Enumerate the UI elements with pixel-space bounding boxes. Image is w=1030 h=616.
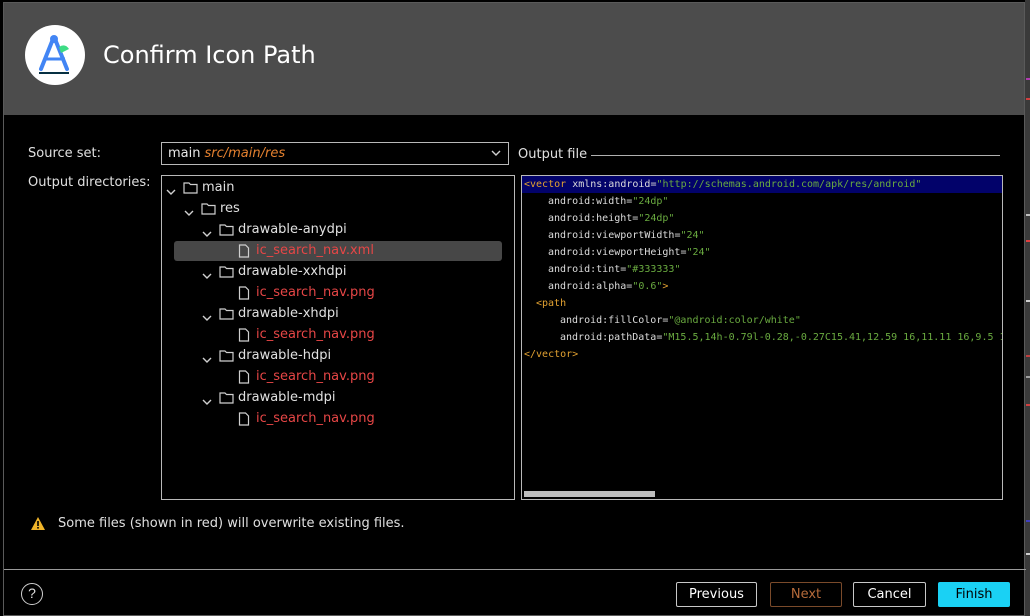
- chevron-down-icon[interactable]: [201, 350, 213, 370]
- previous-button[interactable]: Previous: [676, 582, 757, 607]
- chevron-down-icon[interactable]: [201, 224, 213, 244]
- folder-icon: [219, 392, 234, 404]
- tree-node-label: ic_search_nav.png: [256, 327, 375, 342]
- code-line: android:tint="#333333": [548, 264, 681, 275]
- chevron-down-icon[interactable]: [183, 203, 195, 223]
- tree-node-label: res: [220, 201, 240, 216]
- source-set-path: src/main/res: [204, 146, 286, 161]
- file-icon: [238, 412, 250, 426]
- help-icon[interactable]: ?: [21, 583, 43, 605]
- tree-node-label: ic_search_nav.xml: [256, 243, 374, 258]
- confirm-icon-path-dialog: Confirm Icon Path Source set: main src/ma…: [3, 2, 1026, 616]
- tree-node-label: ic_search_nav.png: [256, 285, 375, 300]
- output-directories-tree[interactable]: main res drawable-anydpi ic_search_nav.x…: [161, 175, 515, 500]
- tree-node-label: main: [202, 180, 235, 195]
- chevron-down-icon[interactable]: [165, 182, 177, 202]
- chevron-down-icon[interactable]: [201, 392, 213, 412]
- tree-node-label: drawable-hdpi: [238, 348, 332, 363]
- tree-node-label: ic_search_nav.png: [256, 411, 375, 426]
- finish-button[interactable]: Finish: [938, 582, 1010, 607]
- file-icon: [238, 286, 250, 300]
- code-line: android:width="24dp": [548, 196, 669, 207]
- chevron-down-icon[interactable]: [201, 266, 213, 286]
- dialog-header: Confirm Icon Path: [4, 3, 1024, 115]
- code-line: android:fillColor="@android:color/white": [560, 315, 801, 326]
- footer-separator: [4, 569, 1026, 570]
- source-set-dropdown[interactable]: main src/main/res: [161, 142, 509, 165]
- code-line: </vector>: [524, 349, 579, 360]
- folder-icon: [219, 224, 234, 236]
- background-window-strip: [1025, 0, 1030, 616]
- source-set-label: Source set:: [28, 146, 102, 161]
- code-line: android:height="24dp": [548, 213, 675, 224]
- tree-node-label: drawable-xxhdpi: [238, 264, 347, 279]
- warning-icon: [31, 517, 45, 530]
- output-directories-label: Output directories:: [28, 175, 151, 190]
- output-file-separator: [591, 155, 1000, 156]
- code-line: <vector xmlns:android="http://schemas.an…: [524, 179, 922, 190]
- cancel-button[interactable]: Cancel: [853, 582, 926, 607]
- code-line: android:viewportWidth="24": [548, 230, 705, 241]
- code-line: android:alpha="0.6">: [548, 281, 669, 292]
- chevron-down-icon[interactable]: [201, 308, 213, 328]
- tree-node-label: drawable-anydpi: [238, 222, 347, 237]
- tree-node-label: drawable-mdpi: [238, 390, 336, 405]
- next-button[interactable]: Next: [770, 582, 842, 607]
- folder-icon: [219, 308, 234, 320]
- source-set-value: main: [168, 146, 201, 161]
- output-file-label: Output file: [518, 147, 588, 162]
- code-line: android:pathData="M15.5,14h-0.79l-0.28,-…: [560, 332, 1003, 343]
- overwrite-warning-text: Some files (shown in red) will overwrite…: [58, 516, 405, 531]
- folder-icon: [219, 350, 234, 362]
- file-icon: [238, 328, 250, 342]
- chevron-down-icon: [491, 150, 501, 156]
- android-studio-logo-icon: [25, 25, 85, 85]
- horizontal-scrollbar[interactable]: [524, 491, 655, 497]
- folder-icon: [201, 203, 216, 215]
- output-file-preview[interactable]: <vector xmlns:android="http://schemas.an…: [521, 175, 1003, 500]
- file-icon: [238, 370, 250, 384]
- code-line: android:viewportHeight="24": [548, 247, 711, 258]
- folder-icon: [183, 182, 198, 194]
- dialog-title: Confirm Icon Path: [103, 41, 316, 69]
- tree-node-label: drawable-xhdpi: [238, 306, 339, 321]
- file-icon: [238, 244, 250, 258]
- tree-node-label: ic_search_nav.png: [256, 369, 375, 384]
- code-line: <path: [536, 298, 567, 309]
- folder-icon: [219, 266, 234, 278]
